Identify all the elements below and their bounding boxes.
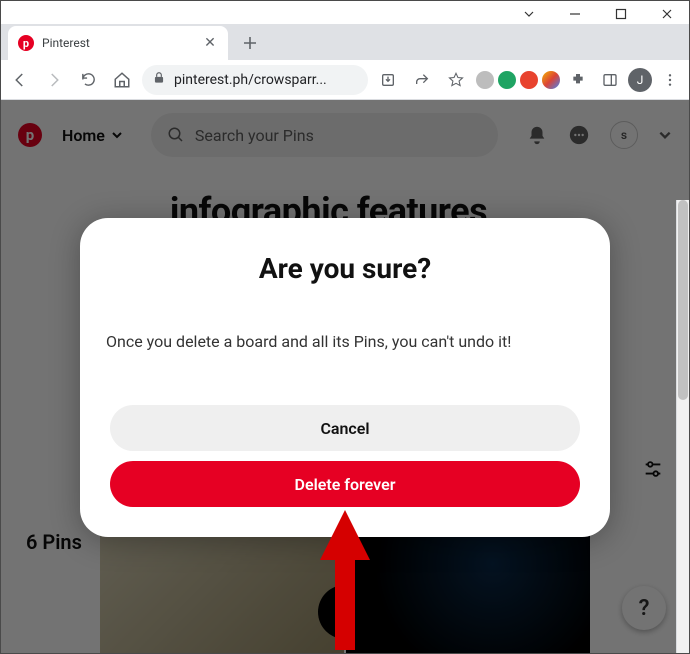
page-content: Home Search your Pins s infographic feat…: [0, 100, 690, 654]
page-scrollbar-thumb[interactable]: [678, 200, 688, 400]
nav-home-button[interactable]: [108, 66, 136, 94]
extensions-puzzle-icon[interactable]: [564, 66, 592, 94]
new-tab-button[interactable]: [236, 29, 264, 57]
url-text: pinterest.ph/crowsparr...: [174, 72, 327, 88]
pinterest-favicon-icon: [18, 35, 34, 51]
chrome-menu-icon[interactable]: [656, 66, 684, 94]
nav-back-button[interactable]: [6, 66, 34, 94]
browser-tab-active[interactable]: Pinterest ✕: [8, 26, 228, 60]
install-app-icon[interactable]: [374, 66, 402, 94]
window-minimize-button[interactable]: [552, 4, 598, 24]
chrome-avatar-initial: J: [637, 73, 644, 87]
extensions-row: J: [476, 66, 684, 94]
modal-body-text: Once you delete a board and all its Pins…: [106, 331, 584, 353]
extension-icon[interactable]: [542, 71, 560, 89]
chrome-profile-avatar[interactable]: J: [628, 68, 652, 92]
bookmark-star-icon[interactable]: [442, 66, 470, 94]
window-titlebar: [0, 0, 690, 24]
window-caret-icon[interactable]: [506, 4, 552, 24]
modal-title: Are you sure?: [106, 252, 584, 285]
delete-forever-button[interactable]: Delete forever: [110, 461, 580, 507]
nav-reload-button[interactable]: [74, 66, 102, 94]
extension-icon[interactable]: [476, 71, 494, 89]
window-maximize-button[interactable]: [598, 4, 644, 24]
nav-forward-button[interactable]: [40, 66, 68, 94]
share-icon[interactable]: [408, 66, 436, 94]
lock-icon: [152, 70, 166, 89]
tab-close-icon[interactable]: ✕: [202, 35, 218, 51]
tab-title: Pinterest: [42, 36, 194, 50]
extension-icon[interactable]: [498, 71, 516, 89]
browser-tabstrip: Pinterest ✕: [0, 24, 690, 60]
window-close-button[interactable]: [644, 4, 690, 24]
address-bar[interactable]: pinterest.ph/crowsparr...: [142, 65, 368, 95]
cancel-button[interactable]: Cancel: [110, 405, 580, 451]
browser-toolbar: pinterest.ph/crowsparr... J: [0, 60, 690, 100]
side-panel-icon[interactable]: [596, 66, 624, 94]
extension-icon[interactable]: [520, 71, 538, 89]
confirm-delete-modal: Are you sure? Once you delete a board an…: [80, 218, 610, 537]
